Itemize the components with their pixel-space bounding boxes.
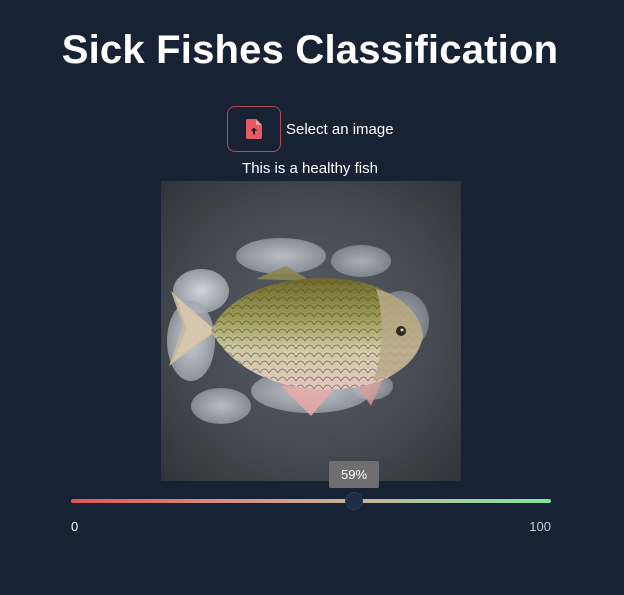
fish-image xyxy=(161,181,461,481)
slider-thumb[interactable] xyxy=(345,492,363,510)
slider-value-tooltip: 59% xyxy=(329,461,379,488)
page-title: Sick Fishes Classification xyxy=(61,28,559,72)
file-upload-icon xyxy=(246,119,262,139)
confidence-slider[interactable]: 59% 0 100 xyxy=(71,458,551,538)
slider-track[interactable] xyxy=(71,499,551,503)
upload-button[interactable] xyxy=(227,106,281,152)
classification-result: This is a healthy fish xyxy=(242,160,378,177)
slider-max-label: 100 xyxy=(529,519,551,534)
slider-min-label: 0 xyxy=(71,519,79,534)
image-uploader: Select an image xyxy=(227,105,394,153)
upload-label: Select an image xyxy=(286,120,394,138)
